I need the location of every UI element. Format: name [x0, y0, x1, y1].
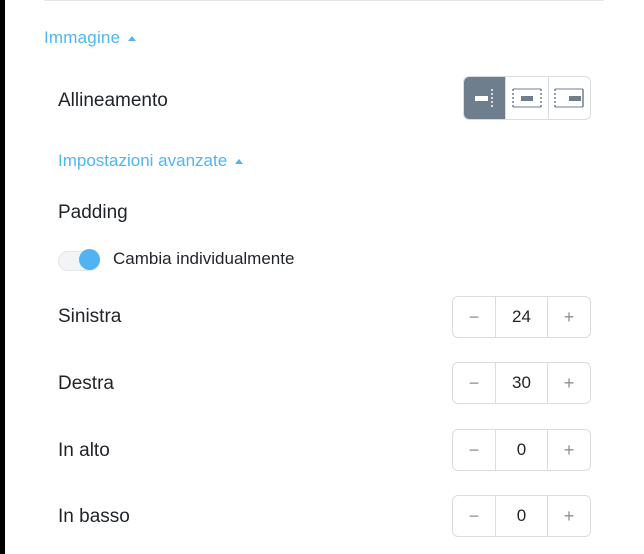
alignment-segmented-control [463, 76, 591, 120]
caret-up-icon [128, 36, 137, 41]
decrement-button[interactable]: − [453, 496, 495, 536]
padding-left-stepper: − 24 + [452, 296, 591, 338]
increment-button[interactable]: + [548, 496, 590, 536]
padding-left-label: Sinistra [58, 306, 122, 327]
decrement-button[interactable]: − [453, 363, 495, 403]
align-left-icon [474, 89, 493, 107]
padding-top-value[interactable]: 0 [495, 430, 548, 470]
image-section-title: Immagine [44, 28, 121, 47]
image-section-toggle[interactable]: Immagine [44, 28, 137, 48]
padding-right-label: Destra [58, 373, 114, 394]
align-right-icon [554, 88, 585, 108]
padding-left-value[interactable]: 24 [495, 297, 548, 337]
top-divider [44, 0, 604, 1]
decrement-button[interactable]: − [453, 430, 495, 470]
decrement-button[interactable]: − [453, 297, 495, 337]
padding-heading: Padding [58, 202, 128, 223]
align-center-button[interactable] [505, 77, 547, 119]
alignment-label: Allineamento [58, 90, 168, 111]
individual-padding-label: Cambia individualmente [113, 249, 295, 268]
padding-top-stepper: − 0 + [452, 429, 591, 471]
padding-right-stepper: − 30 + [452, 362, 591, 404]
padding-right-value[interactable]: 30 [495, 363, 548, 403]
align-left-button[interactable] [464, 77, 506, 119]
padding-bottom-value[interactable]: 0 [495, 496, 548, 536]
increment-button[interactable]: + [548, 363, 590, 403]
padding-bottom-label: In basso [58, 506, 130, 527]
increment-button[interactable]: + [548, 430, 590, 470]
align-center-icon [512, 88, 542, 108]
advanced-settings-title: Impostazioni avanzate [58, 151, 228, 170]
advanced-settings-toggle[interactable]: Impostazioni avanzate [58, 151, 244, 171]
caret-up-icon [235, 159, 244, 164]
increment-button[interactable]: + [548, 297, 590, 337]
padding-bottom-stepper: − 0 + [452, 495, 591, 537]
align-right-button[interactable] [547, 77, 590, 119]
left-edge [0, 0, 5, 554]
individual-padding-toggle[interactable] [58, 249, 100, 271]
padding-top-label: In alto [58, 440, 110, 461]
toggle-knob [79, 249, 100, 270]
